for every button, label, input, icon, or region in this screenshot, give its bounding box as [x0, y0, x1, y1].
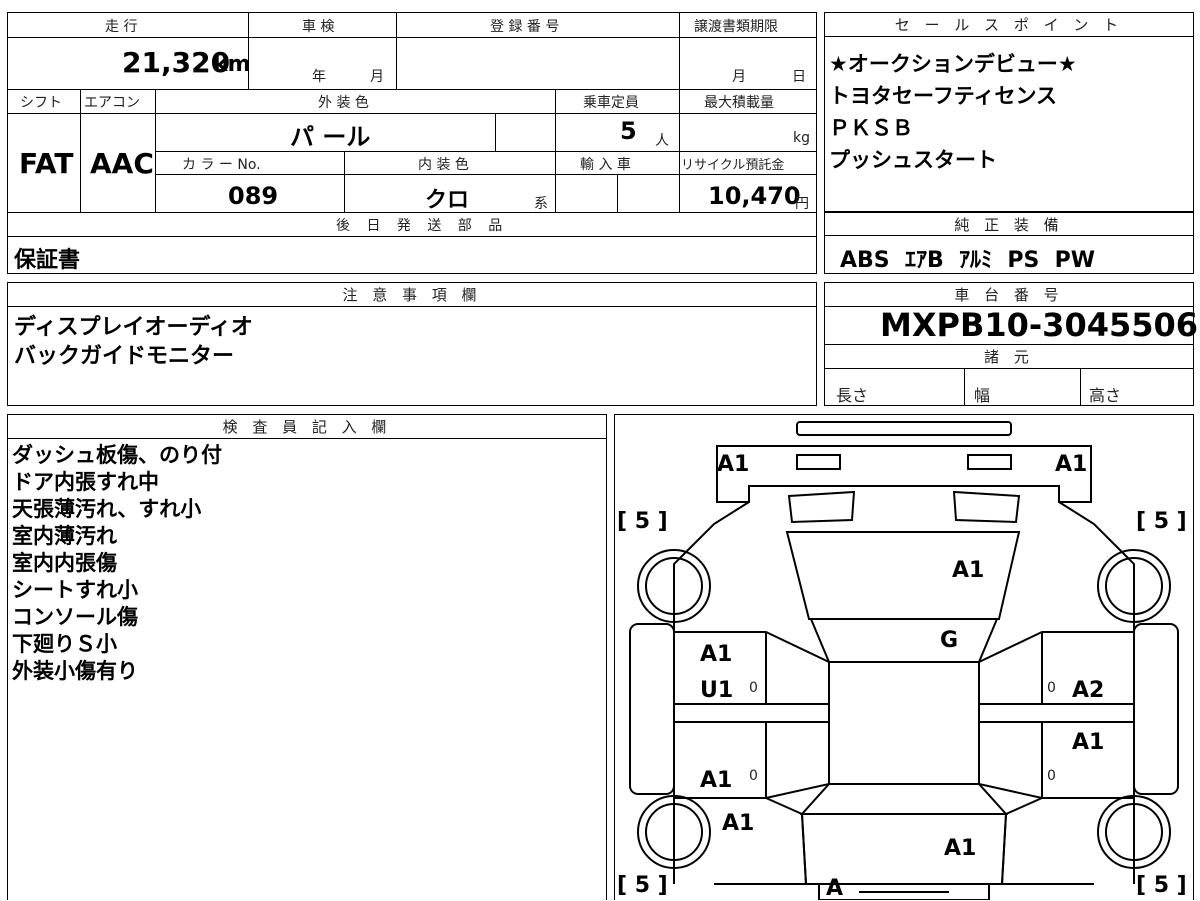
exterior-color-value: パ ール	[290, 123, 371, 151]
recycle-fee-header: リサイクル預託金	[681, 158, 785, 173]
inspector-line: 下廻りＳ小	[12, 632, 117, 656]
sales-points-header: セ ー ル ス ポ イ ン ト	[825, 13, 1193, 37]
left-front-door	[673, 721, 830, 799]
recycle-fee-unit: 円	[795, 196, 809, 212]
sales-points-list: ★オークションデビュー★ トヨタセーフティセンス ＰＫＳＢ プッシュスタート	[829, 48, 1077, 176]
inspector-header: 検 査 員 記 入 欄	[8, 415, 606, 439]
shift-value: FAT	[19, 147, 74, 180]
rear-lamp-right	[967, 454, 1012, 470]
sales-point-item: プッシュスタート	[829, 148, 997, 172]
note-line: バックガイドモニター	[14, 344, 235, 369]
deadline-day-label: 日	[792, 69, 806, 85]
inspection-header: 車 検	[302, 19, 335, 35]
max-load-header: 最大積載量	[704, 95, 774, 111]
tire-rating-rear-right: [ 5 ]	[1136, 509, 1187, 534]
registration-header: 登 録 番 号	[490, 19, 560, 35]
notes-header: 注 意 事 項 欄	[8, 283, 816, 307]
import-header: 輸 入 車	[580, 157, 631, 173]
sales-point-item: トヨタセーフティセンス	[829, 84, 1058, 108]
equipment-value: ABS ｴｱB ｱﾙﾐ PS PW	[840, 248, 1096, 273]
inspector-line: シートすれ小	[12, 578, 138, 602]
sales-point-item: ★オークションデビュー★	[829, 52, 1077, 76]
label-left-front-door: A1	[700, 768, 733, 793]
side-panel-right	[1133, 623, 1179, 795]
zero-mark: 0	[1047, 768, 1056, 784]
zero-mark: 0	[749, 768, 758, 784]
mileage-header: 走 行	[105, 19, 138, 35]
interior-color-suffix: 系	[534, 196, 548, 212]
inspector-line: コンソール傷	[12, 605, 138, 629]
later-parts-value: 保証書	[14, 248, 81, 273]
label-rear-glass: A1	[952, 558, 985, 583]
tire-rating-rear-left: [ 5 ]	[617, 509, 668, 534]
label-roof: G	[940, 628, 959, 653]
zero-mark: 0	[749, 680, 758, 696]
aircon-value: AAC	[90, 147, 154, 180]
right-front-door	[978, 721, 1135, 799]
interior-color-value: クロ	[425, 188, 470, 213]
label-rear-left: A1	[717, 452, 750, 477]
side-panel-left	[629, 623, 675, 795]
zero-mark: 0	[1047, 680, 1056, 696]
spec-height: 高さ	[1089, 386, 1122, 405]
label-left-front-fender: A1	[722, 811, 755, 836]
inspection-year-label: 年	[312, 69, 326, 85]
tire-rating-front-right: [ 5 ]	[1136, 873, 1187, 898]
inspector-line: ダッシュ板傷、のり付	[12, 443, 222, 467]
max-load-unit: kg	[793, 130, 810, 146]
label-left-rear-door-2: U1	[700, 678, 734, 703]
spec-length: 長さ	[836, 386, 869, 405]
capacity-value: 5	[620, 117, 637, 145]
label-hood: A1	[944, 836, 977, 861]
equipment-header: 純 正 装 備	[825, 213, 1193, 236]
sales-point-item: ＰＫＳＢ	[829, 116, 913, 140]
rear-panel	[716, 445, 1092, 503]
color-no-value: 089	[228, 182, 279, 210]
interior-color-header: 内 装 色	[418, 157, 469, 173]
notes-list: ディスプレイオーディオ バックガイドモニター	[14, 313, 253, 371]
aircon-header: エアコン	[84, 95, 140, 111]
roof	[809, 618, 999, 663]
cabin-floor	[828, 661, 980, 785]
capacity-unit: 人	[655, 133, 669, 149]
rear-bumper-bar	[796, 421, 1012, 436]
rear-quarter-glass-left	[787, 490, 856, 524]
mileage-unit: km	[213, 52, 251, 77]
label-right-rear-door: A2	[1072, 678, 1105, 703]
note-line: ディスプレイオーディオ	[14, 315, 253, 340]
inspection-month-label: 月	[370, 69, 384, 85]
rear-quarter-glass-right	[952, 490, 1021, 524]
inspector-line: 天張薄汚れ、すれ小	[12, 497, 202, 521]
inspector-list: ダッシュ板傷、のり付 ドア内張すれ中 天張薄汚れ、すれ小 室内薄汚れ 室内内張傷…	[12, 442, 222, 685]
spec-width: 幅	[974, 386, 991, 405]
later-parts-header: 後 日 発 送 部 品	[336, 218, 509, 234]
inspector-line: ドア内張すれ中	[12, 470, 159, 494]
recycle-fee-value: 10,470	[708, 182, 801, 210]
label-left-rear-door-1: A1	[700, 642, 733, 667]
spec-header: 諸 元	[825, 345, 1193, 369]
exterior-color-header: 外 装 色	[318, 95, 369, 111]
inspector-line: 室内内張傷	[12, 551, 117, 575]
label-rear-right: A1	[1055, 452, 1088, 477]
color-no-header: カ ラ ー No.	[182, 157, 261, 173]
label-front-bumper: A	[826, 876, 844, 901]
label-right-front-door: A1	[1072, 730, 1105, 755]
inspector-line: 外装小傷有り	[12, 659, 138, 683]
chassis-number: MXPB10-3045506	[880, 306, 1199, 344]
inspector-line: 室内薄汚れ	[12, 524, 117, 548]
deadline-month-label: 月	[732, 69, 746, 85]
transfer-deadline-header: 譲渡書類期限	[694, 19, 778, 35]
right-rear-door	[978, 631, 1135, 705]
rear-lamp-left	[796, 454, 841, 470]
chassis-header: 車 台 番 号	[825, 283, 1193, 307]
capacity-header: 乗車定員	[583, 95, 639, 111]
windshield	[799, 783, 1009, 815]
shift-header: シフト	[20, 95, 62, 111]
tire-rating-front-left: [ 5 ]	[617, 873, 668, 898]
